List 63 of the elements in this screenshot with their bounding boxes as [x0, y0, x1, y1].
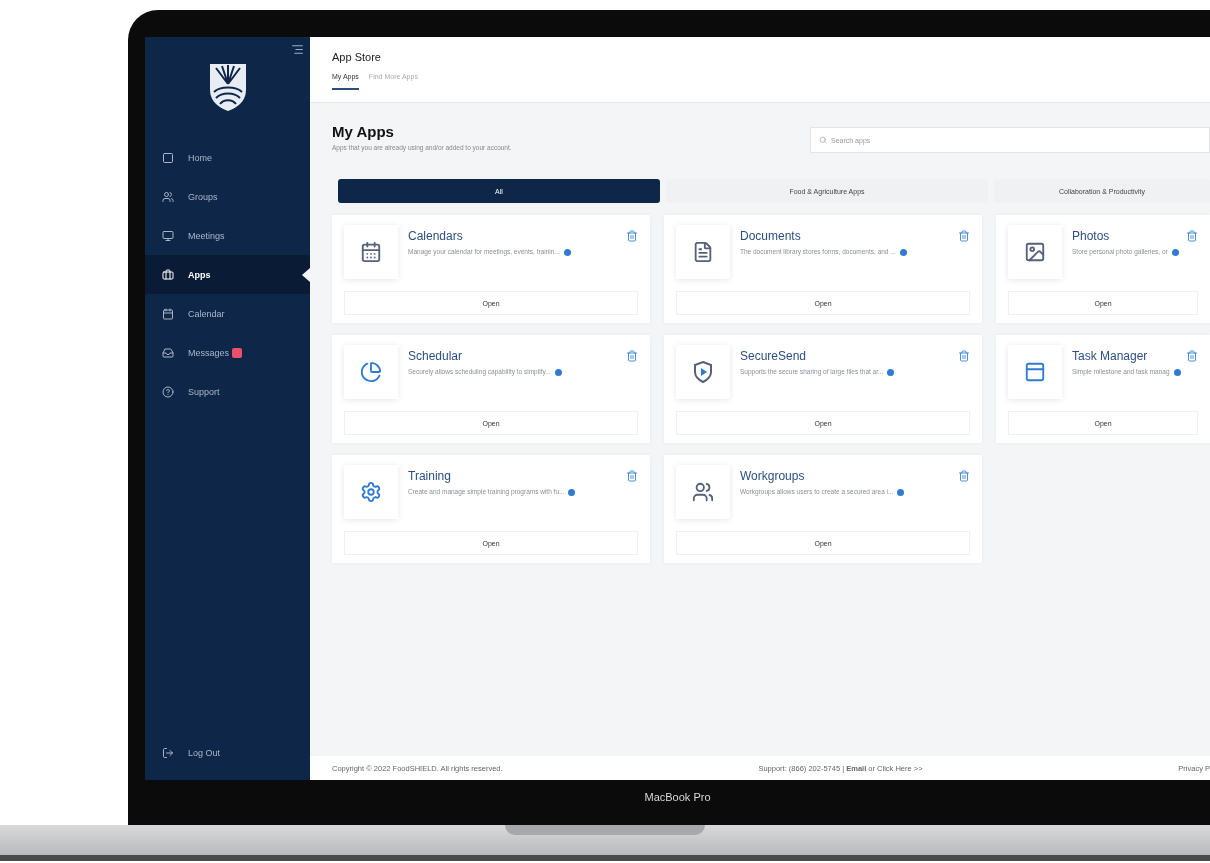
trash-icon[interactable] — [1186, 350, 1198, 362]
nav-label: Groups — [188, 191, 218, 202]
section-title: My Apps — [332, 123, 395, 140]
shield-play-icon — [692, 360, 714, 384]
briefcase-icon — [162, 268, 174, 281]
calendar-icon — [162, 307, 174, 320]
info-icon[interactable] — [568, 488, 576, 496]
nav-label: Home — [188, 152, 212, 163]
app-title: Workgroups — [740, 469, 805, 483]
info-icon[interactable] — [899, 248, 907, 256]
info-icon[interactable] — [1171, 248, 1179, 256]
app-title: Task Manager — [1072, 349, 1148, 363]
trash-icon[interactable] — [626, 470, 638, 482]
nav-item[interactable]: Calendar — [145, 294, 310, 333]
people-icon — [692, 481, 714, 503]
gear-icon — [360, 481, 382, 503]
window-icon — [1024, 361, 1046, 383]
pointer-icon — [302, 268, 310, 282]
nav-item[interactable]: Groups — [145, 177, 310, 216]
pie-chart-icon — [360, 361, 382, 383]
trash-icon[interactable] — [958, 470, 970, 482]
people-icon — [162, 190, 174, 203]
info-icon[interactable] — [887, 368, 895, 376]
monitor-icon — [162, 229, 174, 242]
nav-label: Support — [188, 386, 220, 397]
square-icon — [162, 151, 174, 164]
trash-icon[interactable] — [626, 350, 638, 362]
app-title: Schedular — [408, 349, 463, 363]
app-title: SecureSend — [740, 349, 807, 363]
shield-logo — [207, 62, 248, 112]
image-icon — [1024, 241, 1046, 263]
info-icon[interactable] — [1173, 368, 1181, 376]
menu-icon[interactable] — [291, 43, 304, 56]
nav-label: Meetings — [188, 230, 225, 241]
nav-item[interactable]: Messages — [145, 333, 310, 372]
nav-label: Log Out — [188, 747, 221, 758]
nav-label: Messages — [188, 347, 230, 358]
nav-label: Calendar — [188, 308, 225, 319]
info-icon[interactable] — [554, 368, 562, 376]
app-title: Calendars — [408, 229, 463, 243]
nav-item[interactable]: Meetings — [145, 216, 310, 255]
nav-item[interactable]: Support — [145, 372, 310, 411]
help-icon — [162, 385, 174, 398]
inbox-icon — [162, 346, 174, 359]
nav-item[interactable]: Home — [145, 138, 310, 177]
app-title: Photos — [1072, 229, 1110, 243]
trash-icon[interactable] — [958, 230, 970, 242]
logout-icon — [162, 746, 174, 759]
info-icon[interactable] — [897, 488, 905, 496]
document-icon — [692, 241, 714, 263]
trash-icon[interactable] — [626, 230, 638, 242]
app-title: Documents — [740, 229, 801, 243]
nav-item[interactable]: Apps — [145, 255, 310, 294]
logout-item[interactable]: Log Out — [145, 733, 310, 772]
search-icon — [819, 136, 827, 144]
trash-icon[interactable] — [1186, 230, 1198, 242]
info-icon[interactable] — [563, 248, 571, 256]
nav-label: Apps — [188, 269, 211, 280]
device-label: MacBook Pro — [644, 791, 711, 803]
calendar-icon — [360, 241, 382, 263]
trash-icon[interactable] — [958, 350, 970, 362]
page-title: App Store — [332, 51, 382, 63]
app-title: Training — [408, 469, 451, 483]
